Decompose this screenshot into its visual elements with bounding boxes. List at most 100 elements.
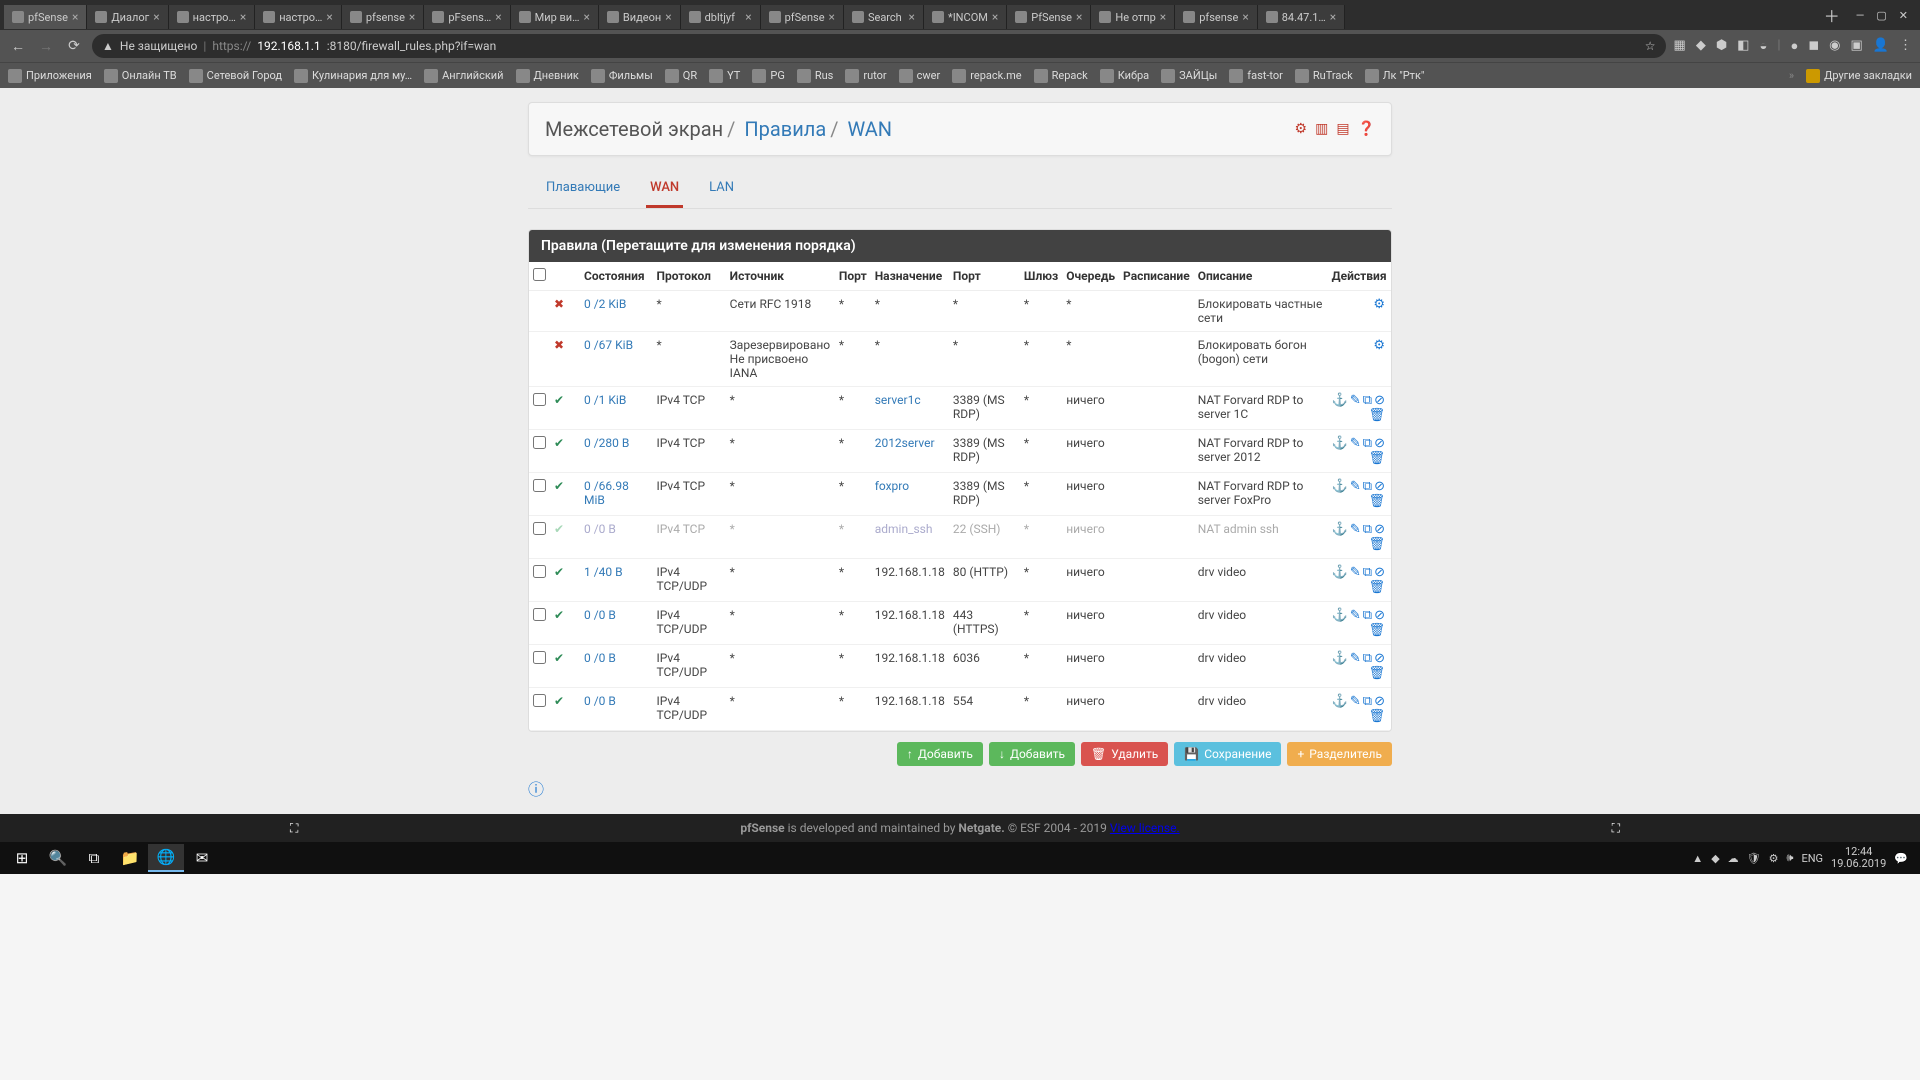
bookmark-item[interactable]: RuTrack: [1295, 69, 1353, 83]
row-checkbox[interactable]: [533, 651, 546, 664]
delete-icon[interactable]: 🗑: [1368, 494, 1387, 509]
toggle-icon[interactable]: ⊘: [1374, 565, 1387, 580]
delete-button[interactable]: 🗑 Удалить: [1081, 742, 1168, 766]
copy-icon[interactable]: ⧉: [1363, 436, 1374, 451]
outlook-icon[interactable]: ✉: [184, 844, 220, 872]
row-checkbox[interactable]: [533, 522, 546, 535]
bookmark-item[interactable]: Кибра: [1100, 69, 1149, 83]
close-tab-icon[interactable]: ×: [1160, 10, 1166, 24]
toggle-icon[interactable]: ⊘: [1374, 479, 1387, 494]
states-link[interactable]: 0 /0 B: [584, 608, 616, 622]
search-button[interactable]: 🔍: [40, 844, 76, 872]
settings-icon[interactable]: ⚙: [1295, 121, 1308, 137]
bookmark-item[interactable]: cwer: [899, 69, 941, 83]
browser-tab[interactable]: pFsens…×: [424, 5, 510, 29]
anchor-icon[interactable]: ⚓: [1332, 436, 1350, 451]
explorer-icon[interactable]: 📁: [112, 844, 148, 872]
ext-icon[interactable]: ●: [1791, 38, 1799, 54]
close-tab-icon[interactable]: ×: [1242, 10, 1248, 24]
row-checkbox[interactable]: [533, 565, 546, 578]
ext-icon[interactable]: ◧: [1737, 38, 1749, 54]
bookmark-item[interactable]: QR: [665, 69, 697, 83]
delete-icon[interactable]: 🗑: [1368, 451, 1387, 466]
delete-icon[interactable]: 🗑: [1368, 408, 1387, 423]
notifications-icon[interactable]: 💬: [1894, 852, 1908, 865]
states-link[interactable]: 0 /67 KiB: [584, 338, 633, 352]
toggle-icon[interactable]: ⊘: [1374, 694, 1387, 709]
browser-tab[interactable]: Диалог×: [87, 5, 168, 29]
browser-tab[interactable]: Не отпр×: [1091, 5, 1175, 29]
table-row[interactable]: ✔0 /0 BIPv4 TCP/UDP**192.168.1.18443 (HT…: [529, 602, 1391, 645]
toggle-icon[interactable]: ⊘: [1374, 522, 1387, 537]
table-row[interactable]: ✔1 /40 BIPv4 TCP/UDP**192.168.1.1880 (HT…: [529, 559, 1391, 602]
close-tab-icon[interactable]: ×: [829, 10, 835, 24]
footer-expand-right-icon[interactable]: ⛶: [1612, 821, 1620, 836]
table-row[interactable]: ✔0 /280 BIPv4 TCP**2012server3389 (MS RD…: [529, 430, 1391, 473]
copy-icon[interactable]: ⧉: [1363, 651, 1374, 666]
table-row[interactable]: ✔0 /0 BIPv4 TCP/UDP**192.168.1.18554*нич…: [529, 688, 1391, 731]
bookmark-item[interactable]: Кулинария для му…: [294, 69, 412, 83]
ext-icon[interactable]: ◒: [1759, 38, 1767, 54]
ext-icon[interactable]: ▣: [1851, 38, 1863, 54]
close-icon[interactable]: ✕: [1899, 9, 1908, 22]
alias-link[interactable]: admin_ssh: [875, 522, 933, 536]
anchor-icon[interactable]: ⚓: [1332, 479, 1350, 494]
anchor-icon[interactable]: ⚓: [1332, 694, 1350, 709]
browser-tab[interactable]: PfSense×: [1007, 5, 1091, 29]
browser-tab[interactable]: 84.47.1…×: [1258, 5, 1345, 29]
new-tab-button[interactable]: ＋: [1816, 3, 1848, 27]
states-link[interactable]: 0 /1 KiB: [584, 393, 626, 407]
apps-button[interactable]: Приложения: [8, 69, 92, 83]
bookmark-item[interactable]: Онлайн ТВ: [104, 69, 177, 83]
copy-icon[interactable]: ⧉: [1363, 608, 1374, 623]
reload-icon[interactable]: ⟳: [64, 38, 84, 54]
bookmark-item[interactable]: Фильмы: [591, 69, 653, 83]
delete-icon[interactable]: 🗑: [1368, 623, 1387, 638]
footer-expand-left-icon[interactable]: ⛶: [290, 821, 298, 836]
minimize-icon[interactable]: —: [1856, 9, 1865, 22]
license-link[interactable]: View license.: [1110, 821, 1180, 835]
states-link[interactable]: 0 /0 B: [584, 522, 616, 536]
tray-icon[interactable]: 🛡: [1747, 852, 1761, 865]
copy-icon[interactable]: ⧉: [1363, 522, 1374, 537]
close-tab-icon[interactable]: ×: [326, 10, 332, 24]
copy-icon[interactable]: ⧉: [1363, 694, 1374, 709]
separator-button[interactable]: + Разделитель: [1287, 742, 1392, 766]
row-checkbox[interactable]: [533, 393, 546, 406]
browser-tab[interactable]: dbltjyf×: [681, 5, 761, 29]
edit-icon[interactable]: ✎: [1350, 651, 1363, 666]
browser-tab[interactable]: Мир ви…×: [511, 5, 599, 29]
profile-icon[interactable]: 👤: [1873, 38, 1889, 54]
browser-tab[interactable]: Видеон×: [599, 5, 681, 29]
alias-link[interactable]: server1c: [875, 393, 921, 407]
toggle-icon[interactable]: ⊘: [1374, 651, 1387, 666]
edit-icon[interactable]: ✎: [1350, 393, 1363, 408]
anchor-icon[interactable]: ⚓: [1332, 522, 1350, 537]
states-link[interactable]: 0 /0 B: [584, 651, 616, 665]
close-tab-icon[interactable]: ×: [583, 10, 589, 24]
ext-icon[interactable]: ▦: [1674, 38, 1686, 54]
row-checkbox[interactable]: [533, 436, 546, 449]
bookmark-item[interactable]: fast-tor: [1229, 69, 1283, 83]
close-tab-icon[interactable]: ×: [665, 10, 671, 24]
edit-icon[interactable]: ✎: [1350, 436, 1363, 451]
back-icon[interactable]: ←: [8, 38, 28, 55]
edit-icon[interactable]: ✎: [1350, 522, 1363, 537]
states-link[interactable]: 1 /40 B: [584, 565, 623, 579]
add-top-button[interactable]: ↑ Добавить: [897, 742, 983, 766]
forward-icon[interactable]: →: [36, 38, 56, 55]
log-icon[interactable]: ▤: [1336, 121, 1349, 137]
settings-icon[interactable]: ⚙: [1373, 297, 1387, 312]
browser-tab[interactable]: pfsense×: [342, 5, 425, 29]
copy-icon[interactable]: ⧉: [1363, 393, 1374, 408]
anchor-icon[interactable]: ⚓: [1332, 608, 1350, 623]
row-checkbox[interactable]: [533, 694, 546, 707]
row-checkbox[interactable]: [533, 608, 546, 621]
start-button[interactable]: ⊞: [4, 844, 40, 872]
tray-icon[interactable]: ☁: [1728, 852, 1739, 865]
tray-icon[interactable]: 🕪: [1787, 851, 1794, 865]
alias-link[interactable]: foxpro: [875, 479, 909, 493]
ext-icon[interactable]: ◆: [1696, 38, 1706, 54]
browser-tab[interactable]: настро…×: [255, 5, 342, 29]
bookmark-item[interactable]: Лк "Ртк": [1365, 69, 1425, 83]
